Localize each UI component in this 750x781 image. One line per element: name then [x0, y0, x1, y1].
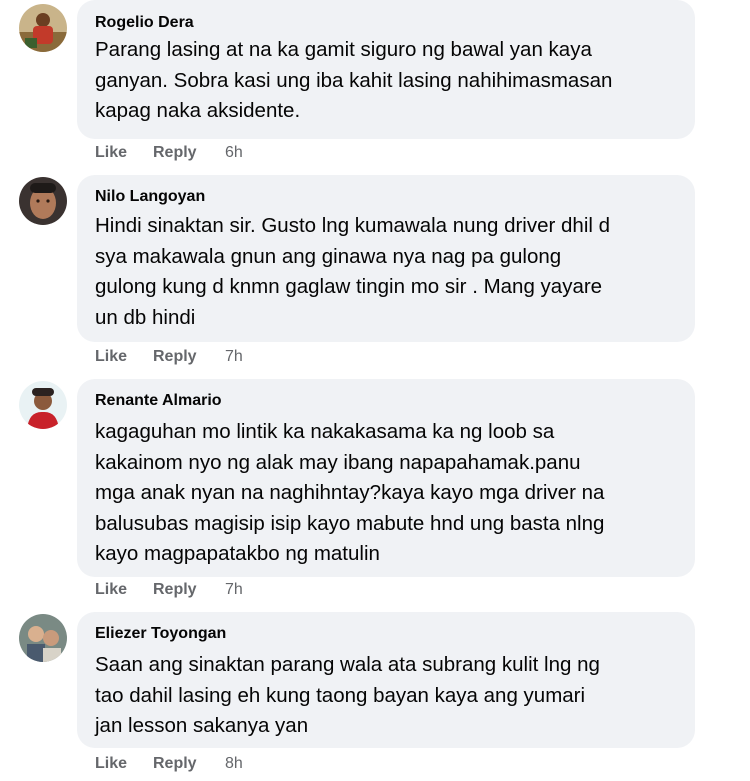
avatar[interactable]: [19, 614, 67, 662]
comment-timestamp[interactable]: 6h: [225, 144, 243, 162]
comment-timestamp[interactable]: 7h: [225, 581, 243, 599]
avatar[interactable]: [19, 177, 67, 225]
comment-text-line: Hindi sinaktan sir. Gusto lng kumawala n…: [95, 214, 611, 237]
comment-text-line: Saan ang sinaktan parang wala ata subran…: [95, 653, 600, 676]
comment-timestamp[interactable]: 8h: [225, 755, 243, 773]
comment-text-line: un db hindi: [95, 305, 196, 329]
comment-text: Parang lasing at na ka gamit siguro ng b…: [95, 35, 612, 127]
comment-text-line: ganyan. Sobra kasi ung iba kahit lasing …: [95, 68, 613, 92]
comment-timestamp[interactable]: 7h: [225, 348, 243, 366]
comment-text: Saan ang sinaktan parang wala ata subran…: [95, 650, 600, 742]
comment-text-line: sya makawala gnun ang ginawa nya nag pa …: [95, 244, 562, 268]
comment: Eliezer Toyongan Saan ang sinaktan paran…: [0, 612, 750, 781]
comment: Rogelio Dera Parang lasing at na ka gami…: [0, 0, 750, 170]
comment: Renante Almario kagaguhan mo lintik ka n…: [0, 379, 750, 609]
like-button[interactable]: Like: [95, 581, 127, 599]
reply-button[interactable]: Reply: [153, 581, 197, 599]
comment-text: kagaguhan mo lintik ka nakakasama ka ng …: [95, 417, 604, 570]
like-button[interactable]: Like: [95, 144, 127, 162]
comment-text-line: tao dahil lasing eh kung taong bayan kay…: [95, 683, 586, 707]
comment-bubble: Rogelio Dera Parang lasing at na ka gami…: [77, 0, 695, 139]
comment-text-line: mga anak nyan na naghihntay?kaya kayo mg…: [95, 481, 605, 504]
avatar[interactable]: [19, 4, 67, 52]
comment-text-line: kayo magpapatakbo ng matulin: [95, 542, 380, 565]
avatar[interactable]: [19, 381, 67, 429]
comment-text-line: kapag naka aksidente.: [95, 99, 301, 122]
comment-text-line: gulong kung d knmn gaglaw tingin mo sir …: [95, 275, 603, 298]
comment-text-line: jan lesson sakanya yan: [95, 714, 309, 737]
like-button[interactable]: Like: [95, 755, 127, 773]
comment-bubble: Eliezer Toyongan Saan ang sinaktan paran…: [77, 612, 695, 748]
comment-author[interactable]: Renante Almario: [95, 392, 222, 410]
comment-author[interactable]: Nilo Langoyan: [95, 188, 205, 206]
reply-button[interactable]: Reply: [153, 144, 197, 162]
comment-bubble: Nilo Langoyan Hindi sinaktan sir. Gusto …: [77, 175, 695, 342]
comment-text-line: balusubas magisip isip kayo mabute hnd u…: [95, 511, 605, 535]
reply-button[interactable]: Reply: [153, 348, 197, 366]
comment-text: Hindi sinaktan sir. Gusto lng kumawala n…: [95, 211, 610, 333]
comment-author[interactable]: Eliezer Toyongan: [95, 625, 226, 643]
reply-button[interactable]: Reply: [153, 755, 197, 773]
comment-text-line: kagaguhan mo lintik ka nakakasama ka ng …: [95, 420, 555, 443]
comment: Nilo Langoyan Hindi sinaktan sir. Gusto …: [0, 175, 750, 375]
comment-text-line: Parang lasing at na ka gamit siguro ng b…: [95, 38, 592, 61]
comment-text-line: kakainom nyo ng alak may ibang napapaham…: [95, 450, 581, 474]
comment-bubble: Renante Almario kagaguhan mo lintik ka n…: [77, 379, 695, 577]
comment-author[interactable]: Rogelio Dera: [95, 14, 194, 32]
like-button[interactable]: Like: [95, 348, 127, 366]
